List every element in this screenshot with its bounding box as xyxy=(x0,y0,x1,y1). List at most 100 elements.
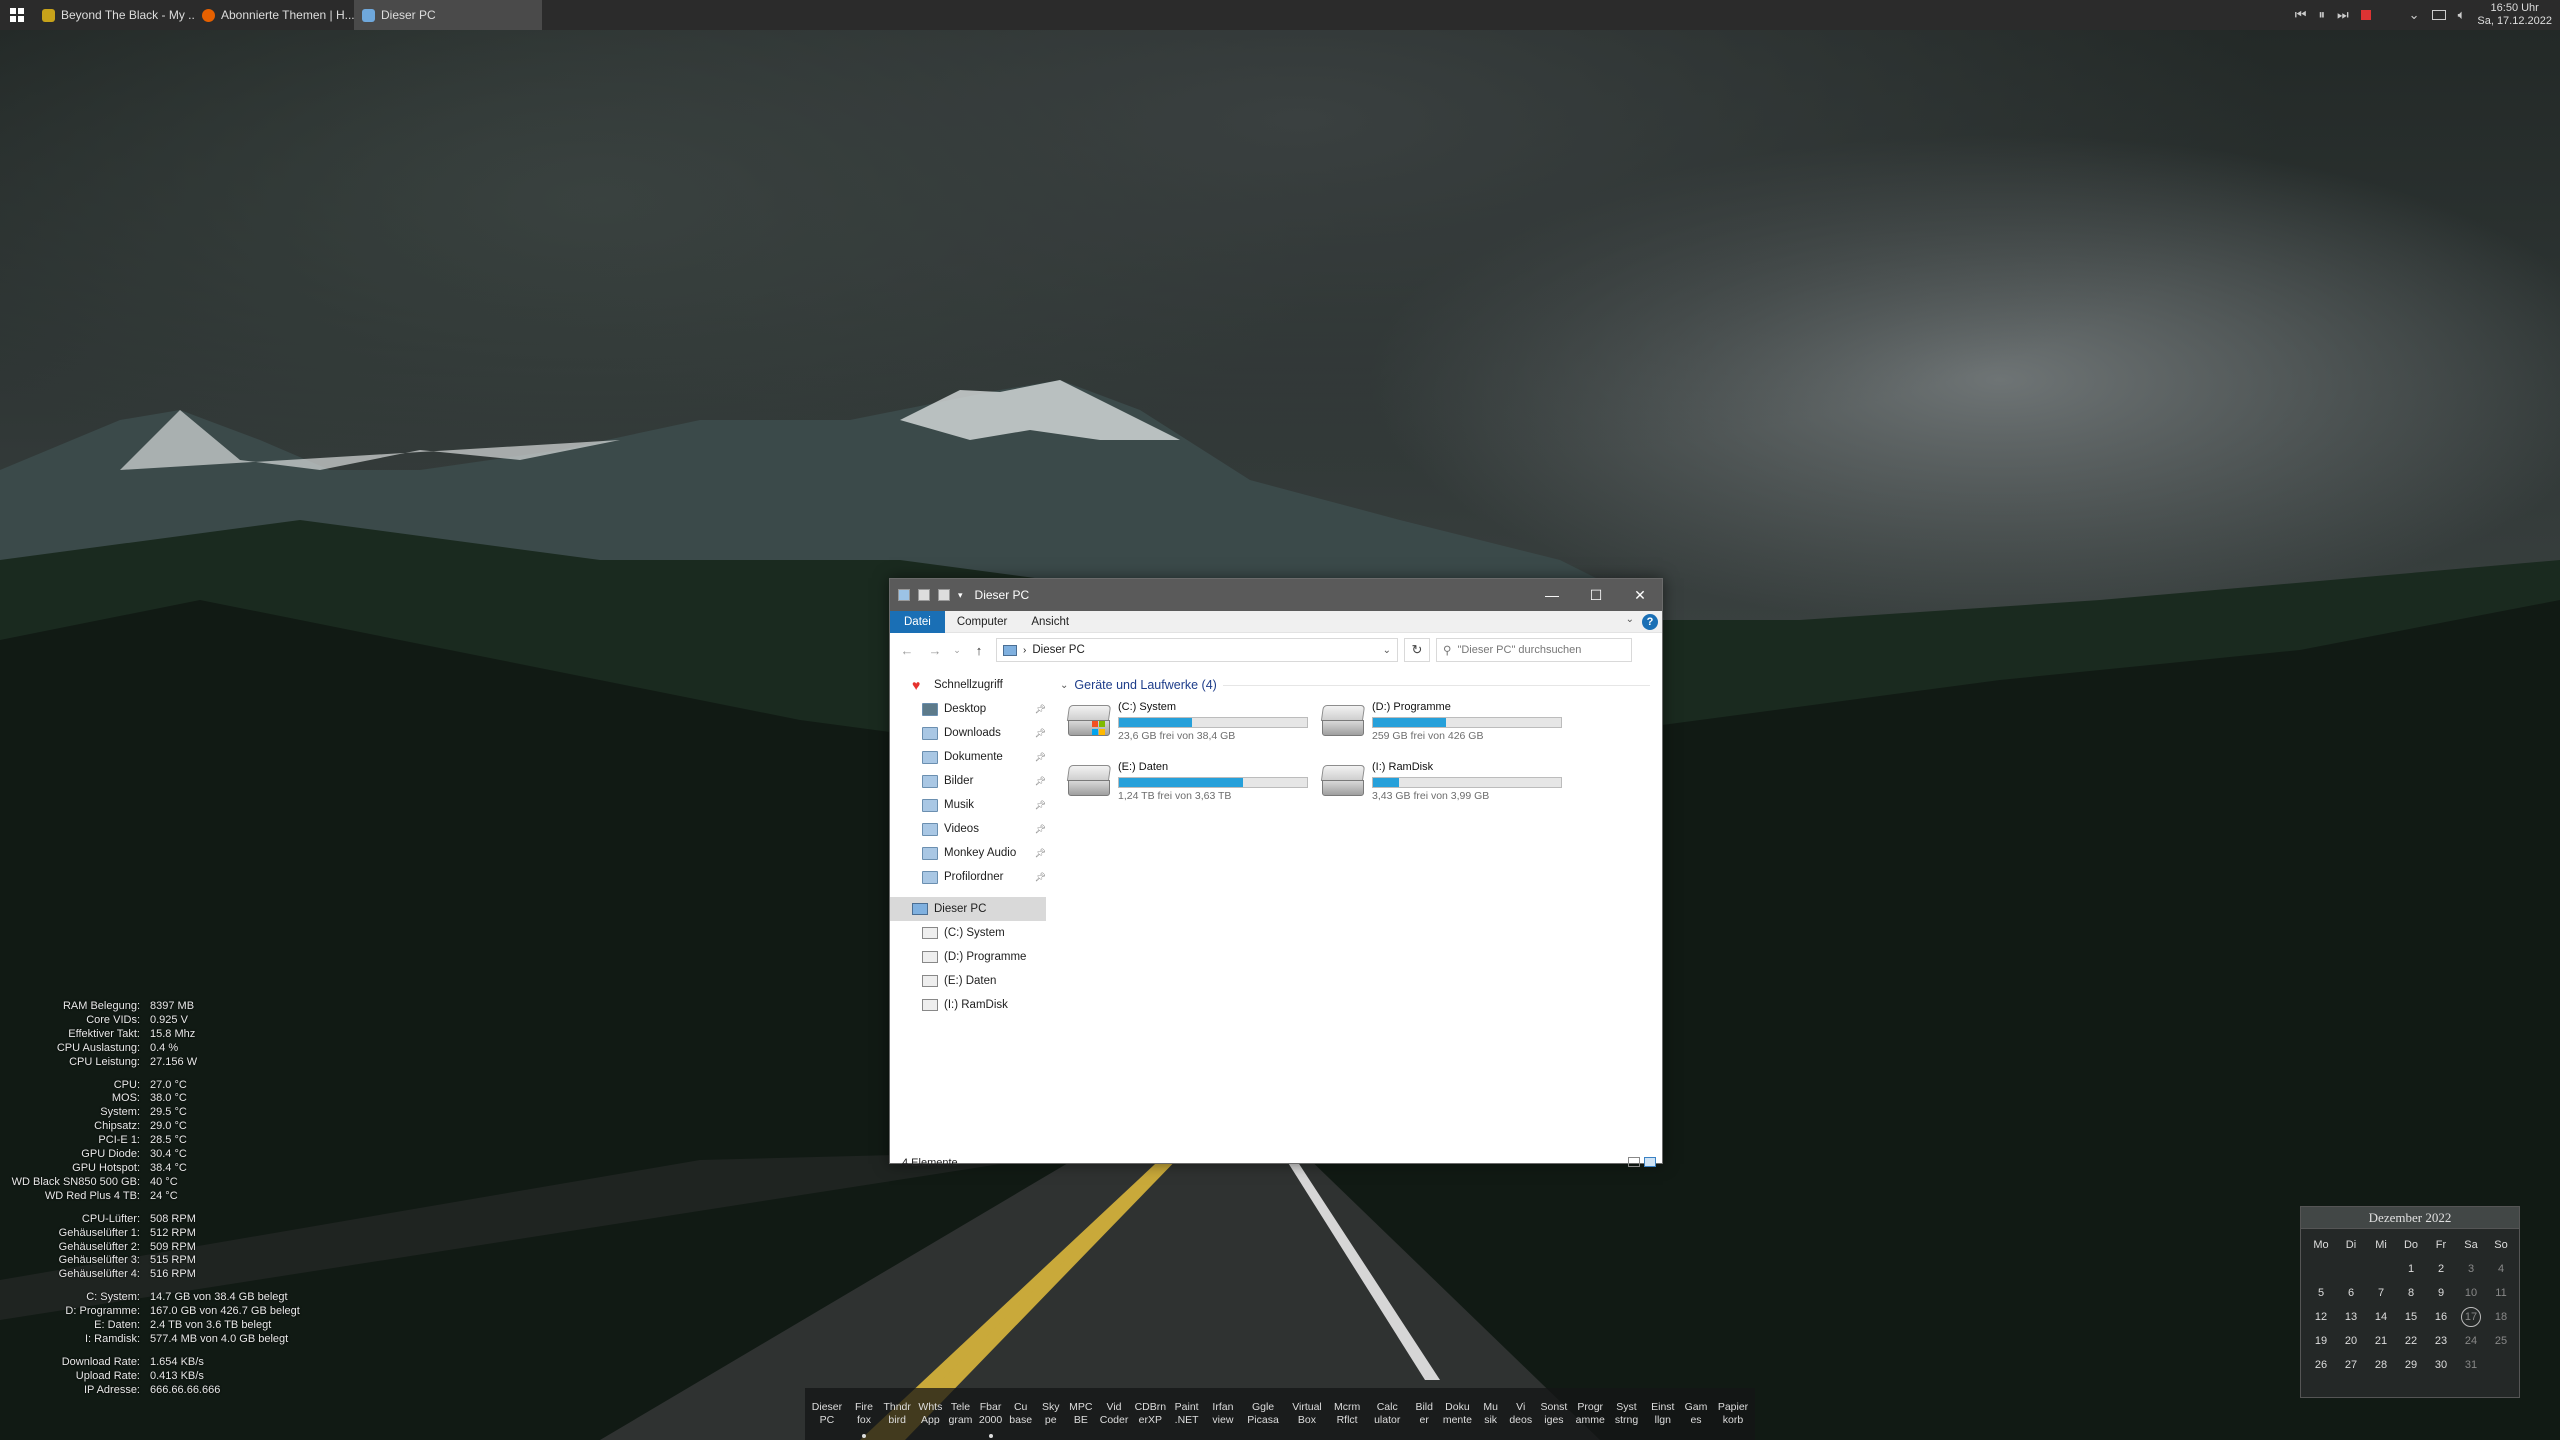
calendar-day[interactable]: 28 xyxy=(2366,1353,2396,1377)
calendar-day[interactable]: 10 xyxy=(2456,1281,2486,1305)
dock-item[interactable]: Thndr bird xyxy=(879,1388,915,1440)
dock-item[interactable]: Papier korb xyxy=(1711,1388,1755,1440)
calendar-day[interactable]: 7 xyxy=(2366,1281,2396,1305)
calendar-day[interactable]: 1 xyxy=(2396,1257,2426,1281)
chevron-down-icon[interactable]: ⌄ xyxy=(1383,645,1391,656)
details-view-icon[interactable] xyxy=(1628,1157,1640,1167)
media-prev-icon[interactable]: ⏮ xyxy=(2295,7,2307,23)
nav-item-pictures[interactable]: Bilder 📌︎ xyxy=(890,769,1050,793)
calendar-day[interactable]: 18 xyxy=(2486,1305,2516,1329)
recent-locations-button[interactable]: ⌄ xyxy=(952,639,962,661)
volume-icon[interactable]: 🔈︎ xyxy=(2458,7,2466,23)
dock-item[interactable]: Sonst iges xyxy=(1536,1388,1572,1440)
nav-item-monkey-audio[interactable]: Monkey Audio 📌︎ xyxy=(890,841,1050,865)
dock-item[interactable]: Whts App xyxy=(915,1388,945,1440)
calendar-day[interactable]: 25 xyxy=(2486,1329,2516,1353)
calendar-day[interactable]: 11 xyxy=(2486,1281,2516,1305)
back-button[interactable]: ← xyxy=(896,639,918,661)
dock-item[interactable]: Irfan view xyxy=(1205,1388,1241,1440)
tiles-view-icon[interactable] xyxy=(1644,1157,1656,1167)
calendar-day[interactable]: 3 xyxy=(2456,1257,2486,1281)
calendar-day[interactable]: 6 xyxy=(2336,1281,2366,1305)
media-pause-icon[interactable]: ⏸ xyxy=(2318,7,2325,23)
dock-item[interactable]: Mcrm Rflct xyxy=(1329,1388,1365,1440)
dock-item[interactable]: MPC BE xyxy=(1066,1388,1096,1440)
dock-item[interactable]: CDBrn erXP xyxy=(1132,1388,1168,1440)
chevron-up-icon[interactable]: ⌄ xyxy=(2409,7,2420,23)
taskbar-tab-explorer[interactable]: Dieser PC xyxy=(354,0,542,30)
drive-tile-i[interactable]: (I:) RamDisk 3,43 GB frei von 3,99 GB xyxy=(1320,761,1574,803)
calendar-day[interactable]: 13 xyxy=(2336,1305,2366,1329)
dock-item[interactable]: Virtual Box xyxy=(1285,1388,1329,1440)
drive-tile-c[interactable]: (C:) System 23,6 GB frei von 38,4 GB xyxy=(1066,701,1320,743)
dock-item[interactable]: Ggle Picasa xyxy=(1241,1388,1285,1440)
nav-item-this-pc[interactable]: Dieser PC xyxy=(890,897,1046,921)
minimize-button[interactable]: — xyxy=(1530,579,1574,611)
new-folder-icon[interactable] xyxy=(938,589,950,601)
pin-icon[interactable]: 📌︎ xyxy=(1035,752,1046,763)
calendar-day[interactable]: 15 xyxy=(2396,1305,2426,1329)
calendar-day[interactable]: 4 xyxy=(2486,1257,2516,1281)
calendar-day[interactable]: 21 xyxy=(2366,1329,2396,1353)
app-tray-icon[interactable] xyxy=(2360,10,2371,20)
address-bar[interactable]: › Dieser PC ⌄ xyxy=(996,638,1398,662)
calendar-day[interactable]: 2 xyxy=(2426,1257,2456,1281)
calendar-day-today[interactable]: 17 xyxy=(2461,1307,2481,1327)
pin-icon[interactable]: 📌︎ xyxy=(1035,824,1046,835)
taskbar-tab-firefox[interactable]: Abonnierte Themen | H... xyxy=(194,0,354,30)
calendar-day[interactable]: 23 xyxy=(2426,1329,2456,1353)
calendar-day[interactable]: 5 xyxy=(2306,1281,2336,1305)
tab-datei[interactable]: Datei xyxy=(890,610,945,633)
properties-icon[interactable] xyxy=(918,589,930,601)
nav-item-downloads[interactable]: Downloads 📌︎ xyxy=(890,721,1050,745)
dock-item[interactable]: Fbar 2000 xyxy=(976,1388,1006,1440)
forward-button[interactable]: → xyxy=(924,639,946,661)
calendar-day[interactable]: 27 xyxy=(2336,1353,2366,1377)
calendar-day[interactable]: 22 xyxy=(2396,1329,2426,1353)
dock-item[interactable]: Cu base xyxy=(1006,1388,1036,1440)
breadcrumb-separator-icon[interactable]: › xyxy=(1023,645,1026,656)
maximize-button[interactable]: ☐ xyxy=(1574,579,1618,611)
clock[interactable]: 16:50 Uhr Sa, 17.12.2022 xyxy=(2477,2,2552,28)
pin-icon[interactable]: 📌︎ xyxy=(1035,800,1046,811)
dock-item[interactable]: Vid Coder xyxy=(1096,1388,1132,1440)
dock-item[interactable]: Dieser PC xyxy=(805,1388,849,1440)
calendar-day[interactable]: 19 xyxy=(2306,1329,2336,1353)
nav-item-desktop[interactable]: Desktop 📌︎ xyxy=(890,697,1050,721)
nav-item-videos[interactable]: Videos 📌︎ xyxy=(890,817,1050,841)
calendar-day[interactable]: 14 xyxy=(2366,1305,2396,1329)
up-button[interactable]: ↑ xyxy=(968,639,990,661)
calendar-day[interactable]: 31 xyxy=(2456,1353,2486,1377)
pin-icon[interactable]: 📌︎ xyxy=(1035,704,1046,715)
dock-item[interactable]: Sky pe xyxy=(1036,1388,1066,1440)
dock-item[interactable]: Calc ulator xyxy=(1365,1388,1409,1440)
calendar-day[interactable]: 8 xyxy=(2396,1281,2426,1305)
dock-item[interactable]: Mu sik xyxy=(1476,1388,1506,1440)
refresh-button[interactable]: ↻ xyxy=(1404,638,1430,662)
pin-icon[interactable]: 📌︎ xyxy=(1035,776,1046,787)
calendar-day[interactable]: 16 xyxy=(2426,1305,2456,1329)
pin-icon[interactable]: 📌︎ xyxy=(1035,848,1046,859)
taskbar-tab-music[interactable]: Beyond The Black - My ... xyxy=(34,0,194,30)
dock-item[interactable]: Bild er xyxy=(1409,1388,1439,1440)
calendar-day[interactable]: 30 xyxy=(2426,1353,2456,1377)
dock-item[interactable]: Fire fox xyxy=(849,1388,879,1440)
nav-item-quick-access[interactable]: ♥ Schnellzugriff xyxy=(890,673,1050,697)
nav-item-drive-e[interactable]: (E:) Daten xyxy=(890,969,1050,993)
drive-tile-e[interactable]: (E:) Daten 1,24 TB frei von 3,63 TB xyxy=(1066,761,1320,803)
start-button[interactable] xyxy=(0,0,34,30)
dock-item[interactable]: Syst strng xyxy=(1608,1388,1644,1440)
calendar-day[interactable]: 24 xyxy=(2456,1329,2486,1353)
calendar-day[interactable]: 9 xyxy=(2426,1281,2456,1305)
dock-item[interactable]: Gam es xyxy=(1681,1388,1711,1440)
nav-item-documents[interactable]: Dokumente 📌︎ xyxy=(890,745,1050,769)
pin-icon[interactable]: 📌︎ xyxy=(1035,728,1046,739)
dock-item[interactable]: Einst llgn xyxy=(1645,1388,1681,1440)
dock-item[interactable]: Tele gram xyxy=(945,1388,975,1440)
dock-item[interactable]: Progr amme xyxy=(1572,1388,1608,1440)
network-icon[interactable] xyxy=(2431,10,2446,20)
nav-item-drive-c[interactable]: (C:) System xyxy=(890,921,1050,945)
calendar-day[interactable]: 12 xyxy=(2306,1305,2336,1329)
calendar-day[interactable]: 20 xyxy=(2336,1329,2366,1353)
calendar-day[interactable]: 29 xyxy=(2396,1353,2426,1377)
